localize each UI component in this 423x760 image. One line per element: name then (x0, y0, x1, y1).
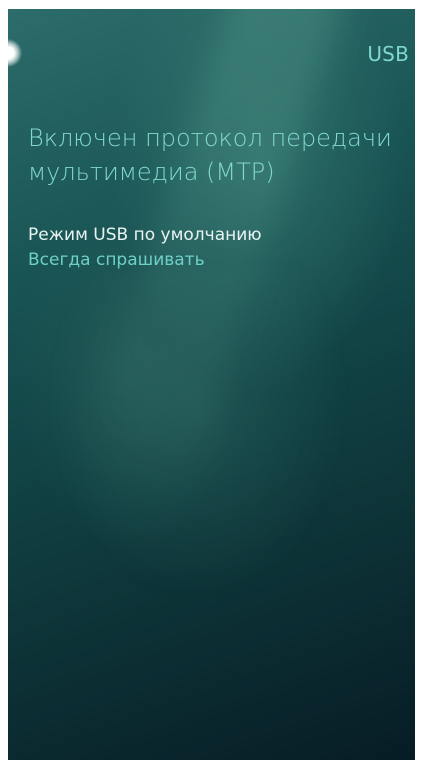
usb-mode-value: Всегда спрашивать (28, 250, 205, 270)
usb-mode-label: Режим USB по умолчанию (28, 225, 262, 245)
usb-status-text: Включен протокол передачи мультимедиа (M… (28, 124, 392, 186)
pulley-glow-icon[interactable] (8, 39, 22, 67)
ambient-background-glow (48, 269, 348, 599)
settings-page: USB Включен протокол передачи мультимеди… (8, 9, 415, 760)
usb-mode-combobox[interactable]: Режим USB по умолчанию Всегда спрашивать (28, 223, 398, 273)
page-title: USB (367, 42, 409, 66)
